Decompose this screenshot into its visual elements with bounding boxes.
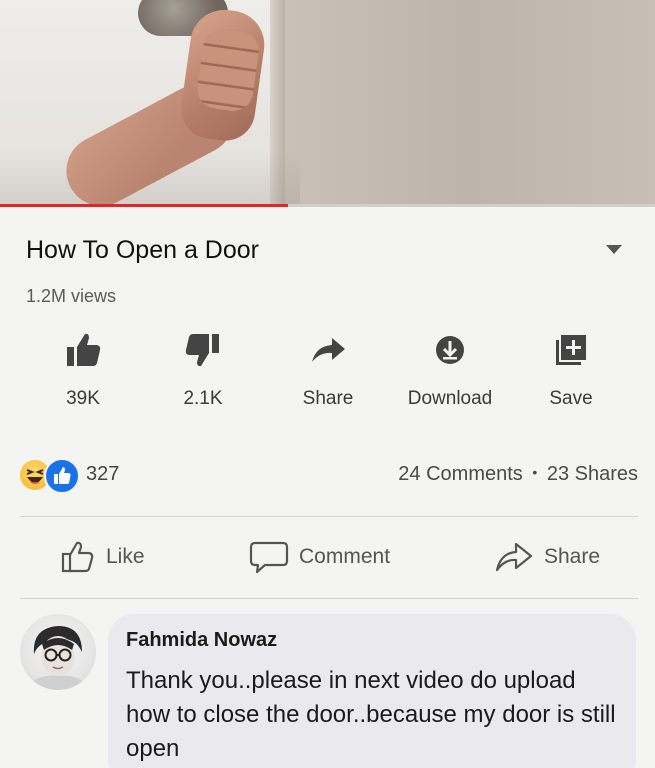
stats-separator: • (532, 464, 538, 480)
post-comment-button[interactable]: Comment (249, 532, 390, 582)
thumbs-up-icon (54, 467, 71, 484)
download-button[interactable]: Download (395, 330, 505, 410)
video-action-bar: 39K 2.1K Share Download Save (28, 330, 618, 420)
engagement-stats: 24 Comments • 23 Shares (398, 463, 638, 486)
divider-bottom (20, 598, 638, 599)
like-count: 39K (66, 388, 100, 409)
like-reaction-icon (44, 458, 80, 494)
chevron-down-icon[interactable] (606, 245, 622, 254)
post-comment-label: Comment (299, 545, 391, 568)
download-icon (436, 336, 464, 364)
view-count: 1.2M views (26, 286, 117, 306)
divider-top (20, 516, 638, 517)
share-outline-icon (495, 542, 533, 572)
post-share-button[interactable]: Share (494, 532, 600, 582)
thumbs-up-icon (67, 333, 101, 366)
thumbs-up-outline-icon (61, 541, 94, 573)
save-label: Save (549, 388, 593, 409)
comment-text: Thank you..please in next video do uploa… (126, 667, 616, 762)
post-share-label: Share (544, 545, 601, 568)
avatar[interactable] (20, 614, 96, 690)
facebook-video-post: How To Open a Door 1.2M views 39K 2.1K S… (0, 0, 655, 768)
save-button[interactable]: Save (516, 330, 626, 410)
thumbs-down-icon (185, 334, 219, 367)
post-action-bar: Like Comment Share (0, 532, 655, 582)
video-frame-door (285, 0, 655, 204)
share-arrow-icon (312, 338, 345, 362)
dislike-count: 2.1K (183, 388, 223, 409)
video-progress-bar[interactable] (0, 204, 655, 207)
post-like-label: Like (106, 545, 145, 568)
comment-bubble-icon (249, 541, 289, 574)
like-button[interactable]: 39K (28, 330, 138, 410)
video-title: How To Open a Door (26, 236, 259, 264)
post-like-button[interactable]: Like (60, 532, 145, 582)
video-progress-fill (0, 204, 289, 207)
share-button[interactable]: Share (273, 330, 383, 410)
dislike-button[interactable]: 2.1K (148, 330, 258, 410)
video-player[interactable] (0, 0, 655, 204)
shares-count-link[interactable]: 23 Shares (547, 463, 638, 485)
share-label: Share (302, 388, 354, 409)
reaction-count: 327 (86, 463, 120, 485)
avatar-portrait-icon (30, 626, 86, 690)
download-label: Download (407, 388, 493, 409)
comments-count-link[interactable]: 24 Comments (398, 463, 523, 485)
add-to-playlist-icon (556, 335, 586, 365)
comment-author[interactable]: Fahmida Nowaz (126, 629, 277, 652)
